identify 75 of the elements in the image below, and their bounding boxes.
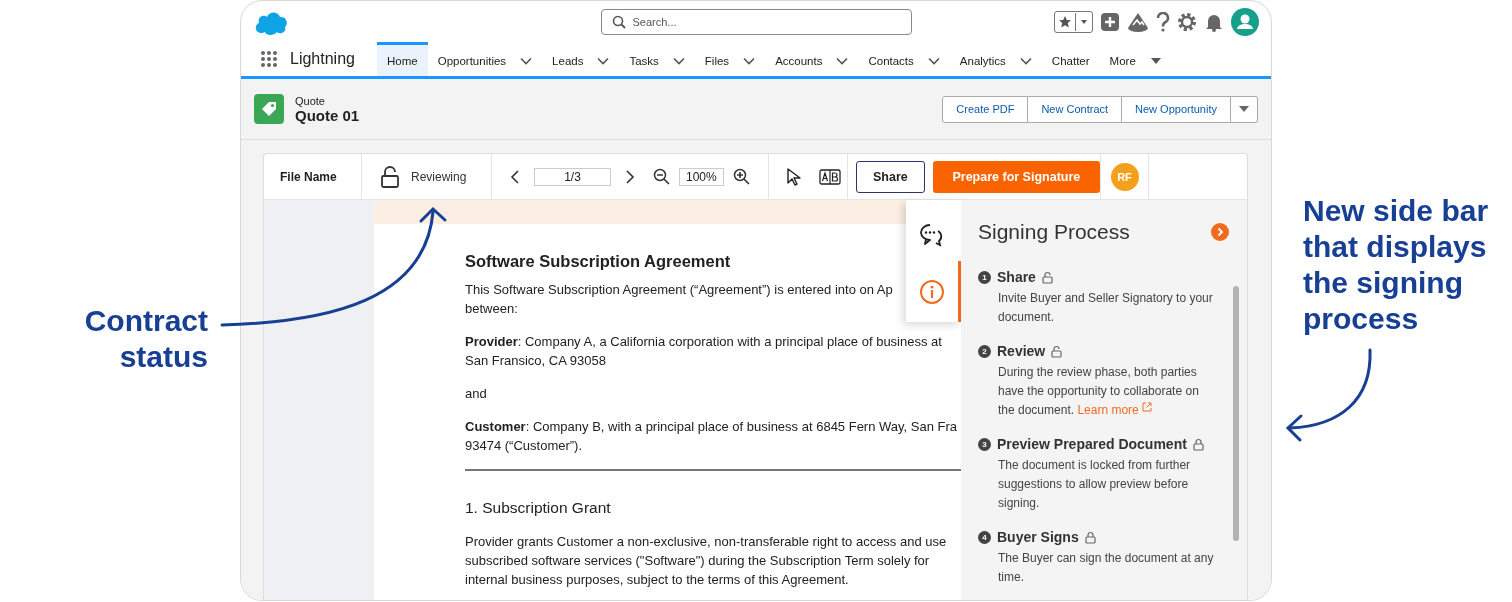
chevron-icon[interactable]	[743, 56, 756, 65]
step-title: Review	[997, 343, 1046, 359]
info-icon	[919, 278, 945, 305]
paragraph: This Software Subscription Agreement (“Agreement”) is entered into on Ap between:	[465, 281, 893, 318]
step-description: The document is locked from further suggestions to allow preview before signing.	[997, 457, 1192, 512]
step-number: 2	[978, 344, 991, 358]
nav-tab[interactable]: Analytics	[949, 42, 1042, 76]
user-avatar[interactable]	[1231, 7, 1259, 36]
panel-title: Signing Process	[978, 220, 1130, 244]
collapse-button[interactable]	[1211, 223, 1229, 241]
action-button[interactable]: New Opportunity	[1122, 95, 1231, 123]
text-compare-icon[interactable]	[819, 168, 841, 185]
caret-icon[interactable]	[1149, 56, 1162, 65]
section-heading: 1. Subscription Grant	[465, 499, 612, 517]
cursor-icon[interactable]	[786, 167, 802, 186]
comments-icon	[919, 223, 945, 247]
step-number: 1	[978, 270, 991, 284]
nav-tab[interactable]: Opportunities	[427, 42, 543, 76]
app-name: Lightning	[290, 50, 356, 68]
action-button[interactable]: New Contract	[1028, 95, 1123, 123]
chevron-icon[interactable]	[672, 56, 685, 65]
step-title: Share	[997, 269, 1036, 285]
step-description: During the review phase, both parties have the opportunity to collaborate on the document. Learn more	[997, 364, 1200, 419]
step-number: 4	[978, 530, 991, 544]
next-icon[interactable]	[625, 169, 635, 184]
star-icon	[1058, 14, 1072, 29]
step-title: Preview Prepared Document	[997, 436, 1187, 452]
nav-tab[interactable]: Contacts	[858, 42, 950, 76]
favorites-button[interactable]	[1054, 10, 1093, 33]
nav-tab[interactable]: Files	[694, 42, 766, 76]
zoom-in-icon[interactable]	[732, 168, 750, 185]
action-button[interactable]: Create PDF	[942, 95, 1029, 123]
nav-tab[interactable]: Leads	[542, 42, 620, 76]
annotation-text: New side bar that displays the signing process	[1303, 193, 1490, 337]
annotation-text: Contract status	[83, 303, 208, 375]
chevron-icon[interactable]	[927, 56, 940, 65]
step-number: 3	[978, 437, 991, 451]
record-type: Quote	[295, 94, 326, 107]
chevron-icon[interactable]	[597, 56, 610, 65]
chevron-icon[interactable]	[520, 56, 533, 65]
help-icon[interactable]	[1156, 11, 1170, 32]
step-description: Invite Buyer and Seller Signatory to your document.	[997, 290, 1214, 326]
paragraph: Provider: Company A, a California corporation with a principal place of business at San Fransico, CA 93058	[465, 333, 942, 370]
scrollbar[interactable]	[1233, 286, 1239, 541]
share-button[interactable]: Share	[856, 160, 925, 193]
nav-tab[interactable]: More	[1099, 42, 1172, 76]
caret-icon	[1238, 105, 1250, 113]
nav-tab[interactable]: Chatter	[1041, 42, 1100, 76]
step-title: Buyer Signs	[997, 529, 1079, 545]
nav-tab[interactable]: Accounts	[765, 42, 859, 76]
zoom-field[interactable]: 100%	[679, 167, 724, 186]
previous-icon[interactable]	[510, 169, 520, 184]
nav-tab[interactable]: Home	[377, 42, 428, 76]
file-name: File Name	[280, 169, 337, 184]
step-description: The Buyer can sign the document at any time.	[997, 550, 1215, 586]
settings-icon[interactable]	[1177, 11, 1197, 32]
add-icon[interactable]	[1100, 11, 1120, 32]
app-launcher-icon[interactable]	[260, 50, 278, 68]
paragraph: Provider grants Customer a non-exclusive, non-transferable right to access and use subscribed software services ("Software") during the Subscription Term solely for internal business purposes, subject to the terms of this Agreement.	[465, 533, 947, 589]
search-icon	[611, 14, 626, 29]
tag-icon	[254, 94, 284, 124]
document-title: Software Subscription Agreement	[465, 252, 732, 271]
paragraph: Customer: Company B, with a principal place of business at 6845 Fern Way, San Fra 93474 (“Customer”).	[465, 418, 958, 455]
status-text: Reviewing	[411, 169, 467, 184]
zoom-out-icon[interactable]	[653, 168, 670, 185]
record-title: Quote 01	[295, 106, 360, 124]
search-field[interactable]: Search...	[600, 8, 912, 35]
page-field[interactable]: 1/3	[534, 167, 611, 186]
chevron-icon[interactable]	[836, 56, 849, 65]
more-actions-button[interactable]	[1231, 95, 1258, 123]
chevron-icon[interactable]	[1019, 56, 1032, 65]
nav-tab[interactable]: Tasks	[619, 42, 695, 76]
paragraph: and	[465, 385, 487, 403]
mountain-icon[interactable]	[1127, 11, 1149, 32]
external-link-icon	[1141, 402, 1152, 412]
